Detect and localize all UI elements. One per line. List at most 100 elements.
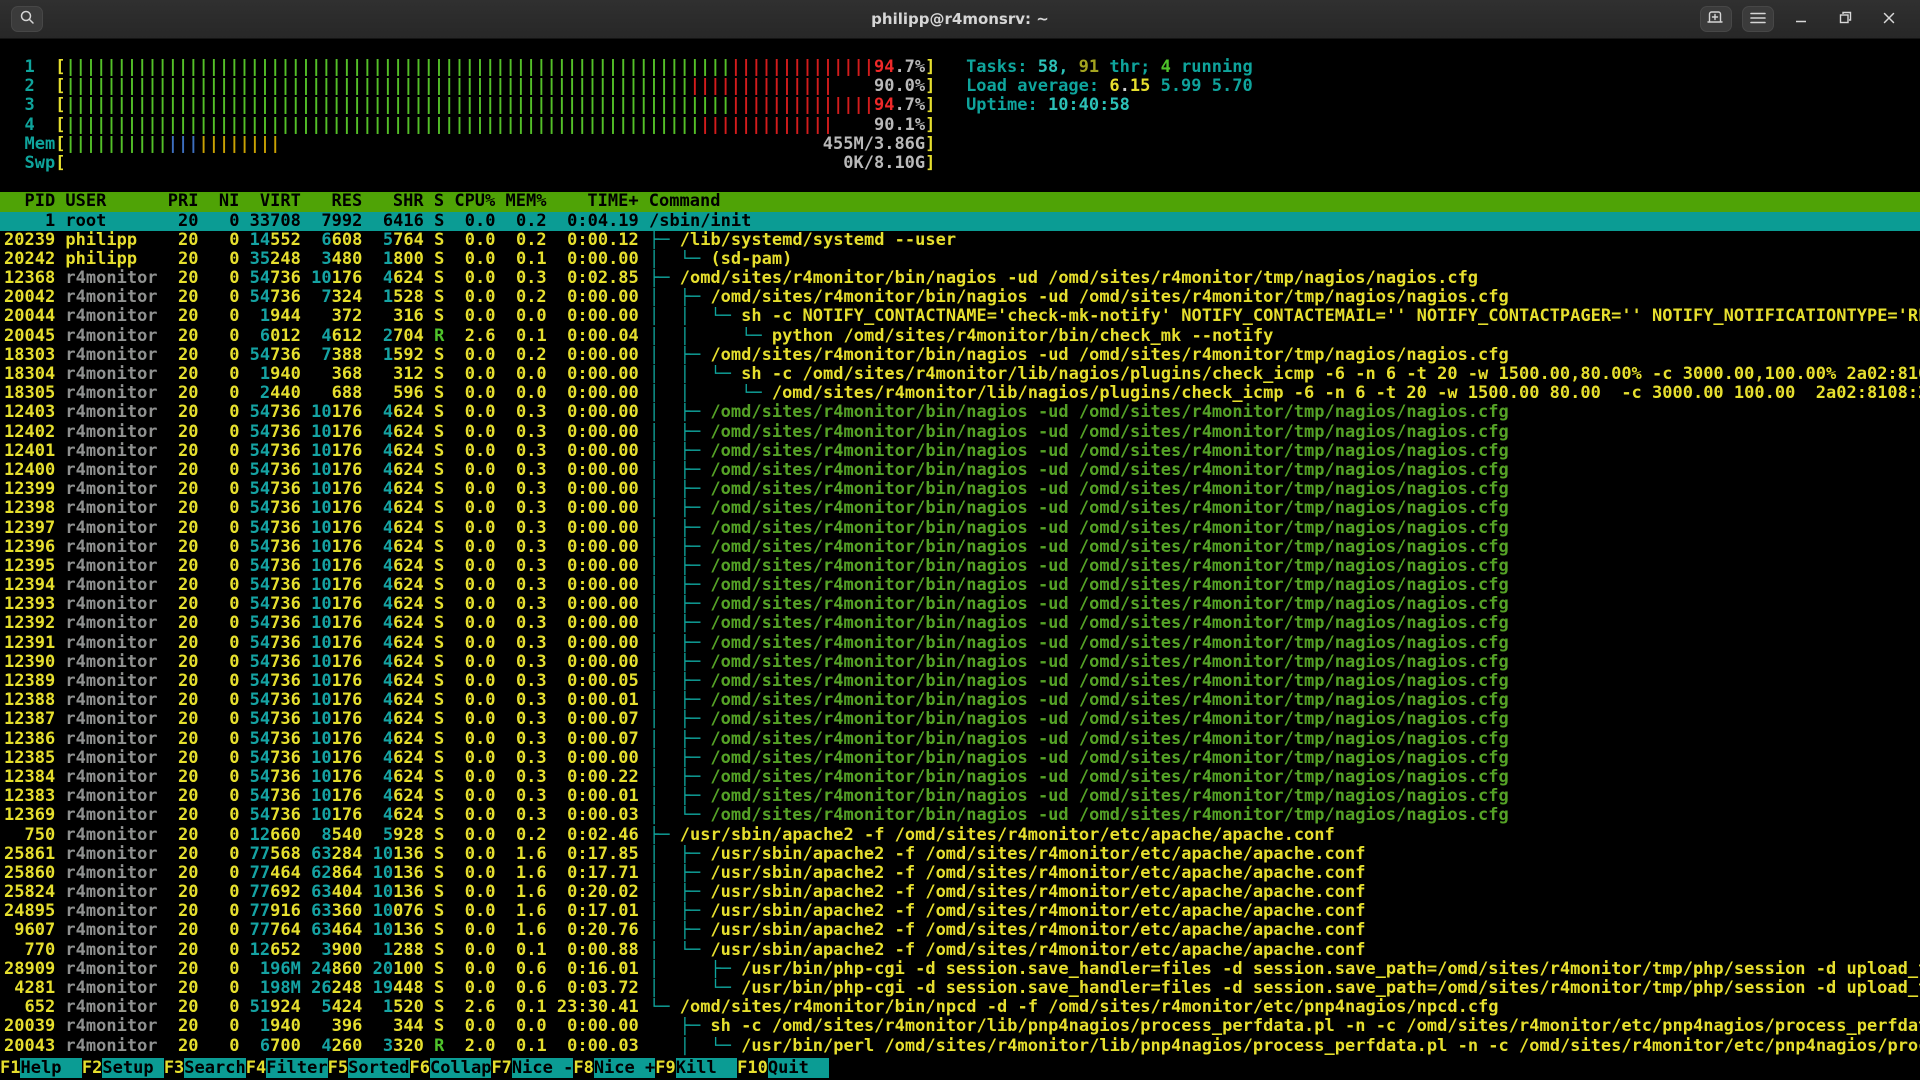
process-row[interactable]: 12393 r4monitor 20 0 54736 10176 4624 S … <box>0 595 1920 614</box>
process-row[interactable]: 28909 r4monitor 20 0 196M 24860 20100 S … <box>0 960 1920 979</box>
size-value: 528 <box>393 288 424 307</box>
command-cell: /usr/bin/php-cgi -d session.save_handler… <box>741 979 1920 998</box>
process-row[interactable]: 12369 r4monitor 20 0 54736 10176 4624 S … <box>0 806 1920 825</box>
process-row[interactable]: 12402 r4monitor 20 0 54736 10176 4624 S … <box>0 423 1920 442</box>
process-row[interactable]: 20042 r4monitor 20 0 54736 7324 1528 S 0… <box>0 288 1920 307</box>
size-value: 3 <box>321 250 331 269</box>
command-cell: /usr/bin/php-cgi -d session.save_handler… <box>741 960 1920 979</box>
close-button[interactable] <box>1874 0 1904 38</box>
size-value: 624 <box>393 730 424 749</box>
fkey-f5[interactable]: F5Sorted <box>328 1058 410 1080</box>
user-cell: r4monitor <box>65 1037 167 1056</box>
process-row[interactable]: 12397 r4monitor 20 0 54736 10176 4624 S … <box>0 519 1920 538</box>
process-row[interactable]: 12403 r4monitor 20 0 54736 10176 4624 S … <box>0 403 1920 422</box>
size-value: 10 <box>373 845 393 864</box>
process-row[interactable]: 24895 r4monitor 20 0 77916 63360 10076 S… <box>0 902 1920 921</box>
fkey-f1[interactable]: F1Help <box>0 1058 82 1080</box>
pad <box>301 921 311 940</box>
tree-branch: │ ├─ <box>649 787 710 806</box>
process-row[interactable]: 12396 r4monitor 20 0 54736 10176 4624 S … <box>0 538 1920 557</box>
process-row[interactable]: 12386 r4monitor 20 0 54736 10176 4624 S … <box>0 730 1920 749</box>
tree-branch: │ ├─ <box>649 519 710 538</box>
pad <box>301 768 311 787</box>
new-tab-button[interactable] <box>1700 6 1732 32</box>
pri-ni-cell: 20 0 <box>168 1017 250 1036</box>
state-cell: S <box>434 212 444 231</box>
fkey-f4[interactable]: F4Filter <box>246 1058 328 1080</box>
menu-button[interactable] <box>1742 6 1774 32</box>
process-row[interactable]: 20044 r4monitor 20 0 1944 372 316 S 0.0 … <box>0 307 1920 326</box>
process-row[interactable]: 12395 r4monitor 20 0 54736 10176 4624 S … <box>0 557 1920 576</box>
user-cell: r4monitor <box>65 921 167 940</box>
pri-ni-cell: 20 0 <box>168 461 250 480</box>
process-row[interactable]: 12387 r4monitor 20 0 54736 10176 4624 S … <box>0 710 1920 729</box>
process-row[interactable]: 12399 r4monitor 20 0 54736 10176 4624 S … <box>0 480 1920 499</box>
process-row[interactable]: 12385 r4monitor 20 0 54736 10176 4624 S … <box>0 749 1920 768</box>
size-value: 10 <box>311 653 331 672</box>
process-row[interactable]: 18305 r4monitor 20 0 2440 688 596 S 0.0 … <box>0 384 1920 403</box>
process-row[interactable]: 20242 philipp 20 0 35248 3480 1800 S 0.0… <box>0 250 1920 269</box>
process-row[interactable]: 750 r4monitor 20 0 12660 8540 5928 S 0.0… <box>0 826 1920 845</box>
fkey-f10[interactable]: F10Quit <box>737 1058 829 1080</box>
process-row[interactable]: 12384 r4monitor 20 0 54736 10176 4624 S … <box>0 768 1920 787</box>
fkey-f7[interactable]: F7Nice - <box>491 1058 573 1080</box>
pad <box>373 749 383 768</box>
process-row[interactable]: 4281 r4monitor 20 0 198M 26248 19448 S 0… <box>0 979 1920 998</box>
process-row[interactable]: 12388 r4monitor 20 0 54736 10176 4624 S … <box>0 691 1920 710</box>
process-row[interactable]: 25861 r4monitor 20 0 77568 63284 10136 S… <box>0 845 1920 864</box>
tree-branch: │ ├─ <box>649 461 710 480</box>
pad <box>424 941 434 960</box>
process-row-selected[interactable]: 1 root 20 0 33708 7992 6416 S 0.0 0.2 0:… <box>0 212 1920 231</box>
process-row[interactable]: 12389 r4monitor 20 0 54736 10176 4624 S … <box>0 672 1920 691</box>
process-row[interactable]: 18304 r4monitor 20 0 1940 368 312 S 0.0 … <box>0 365 1920 384</box>
size-value: 736 <box>270 653 301 672</box>
process-row[interactable]: 12390 r4monitor 20 0 54736 10176 4624 S … <box>0 653 1920 672</box>
fkey-f3[interactable]: F3Search <box>164 1058 246 1080</box>
size-value: 54 <box>250 499 270 518</box>
pad <box>424 614 434 633</box>
process-row[interactable]: 18303 r4monitor 20 0 54736 7388 1592 S 0… <box>0 346 1920 365</box>
process-row[interactable]: 20043 r4monitor 20 0 6700 4260 3320 R 2.… <box>0 1037 1920 1056</box>
pad <box>424 269 434 288</box>
process-row[interactable]: 12392 r4monitor 20 0 54736 10176 4624 S … <box>0 614 1920 633</box>
process-row[interactable]: 20045 r4monitor 20 0 6012 4612 2704 R 2.… <box>0 327 1920 346</box>
user-cell: r4monitor <box>65 768 167 787</box>
pad <box>373 423 383 442</box>
size-value: 480 <box>332 250 363 269</box>
cpu2-meter-bar: ||||||||||||||||||||||||||||||||||||||||… <box>65 77 925 96</box>
fkey-f9[interactable]: F9Kill <box>655 1058 737 1080</box>
fkey-f8[interactable]: F8Nice + <box>573 1058 655 1080</box>
process-row[interactable]: 12400 r4monitor 20 0 54736 10176 4624 S … <box>0 461 1920 480</box>
process-row[interactable]: 20039 r4monitor 20 0 1940 396 344 S 0.0 … <box>0 1017 1920 1036</box>
process-row[interactable]: 770 r4monitor 20 0 12652 3900 1288 S 0.0… <box>0 941 1920 960</box>
process-row[interactable]: 20239 philipp 20 0 14552 6608 5764 S 0.0… <box>0 231 1920 250</box>
pri-ni-cell: 20 0 <box>168 902 250 921</box>
process-row[interactable]: 9607 r4monitor 20 0 77764 63464 10136 S … <box>0 921 1920 940</box>
pad <box>362 269 372 288</box>
minimize-button[interactable] <box>1786 0 1816 38</box>
size-value: 10 <box>311 423 331 442</box>
process-row[interactable]: 25860 r4monitor 20 0 77464 62864 10136 S… <box>0 864 1920 883</box>
pad <box>424 442 434 461</box>
search-button[interactable] <box>11 6 43 32</box>
process-table-header[interactable]: PID USER PRI NI VIRT RES SHR S CPU% MEM%… <box>0 192 1920 211</box>
pad <box>373 538 383 557</box>
terminal[interactable]: 1 [|||||||||||||||||||||||||||||||||||||… <box>0 39 1920 1080</box>
state-cell: R <box>434 1037 444 1056</box>
maximize-button[interactable] <box>1830 0 1860 38</box>
size-value: 6 <box>260 327 270 346</box>
process-row[interactable]: 12401 r4monitor 20 0 54736 10176 4624 S … <box>0 442 1920 461</box>
process-row[interactable]: 652 r4monitor 20 0 51924 5424 1520 S 2.6… <box>0 998 1920 1017</box>
process-row[interactable]: 12398 r4monitor 20 0 54736 10176 4624 S … <box>0 499 1920 518</box>
process-row[interactable]: 12394 r4monitor 20 0 54736 10176 4624 S … <box>0 576 1920 595</box>
pad <box>362 307 372 326</box>
tree-branch: │ ├─ <box>649 845 710 864</box>
process-row[interactable]: 12368 r4monitor 20 0 54736 10176 4624 S … <box>0 269 1920 288</box>
pad <box>373 461 383 480</box>
size-value: 736 <box>270 269 301 288</box>
process-row[interactable]: 25824 r4monitor 20 0 77692 63404 10136 S… <box>0 883 1920 902</box>
process-row[interactable]: 12383 r4monitor 20 0 54736 10176 4624 S … <box>0 787 1920 806</box>
process-row[interactable]: 12391 r4monitor 20 0 54736 10176 4624 S … <box>0 634 1920 653</box>
fkey-f6[interactable]: F6Collap <box>410 1058 492 1080</box>
fkey-f2[interactable]: F2Setup <box>82 1058 164 1080</box>
